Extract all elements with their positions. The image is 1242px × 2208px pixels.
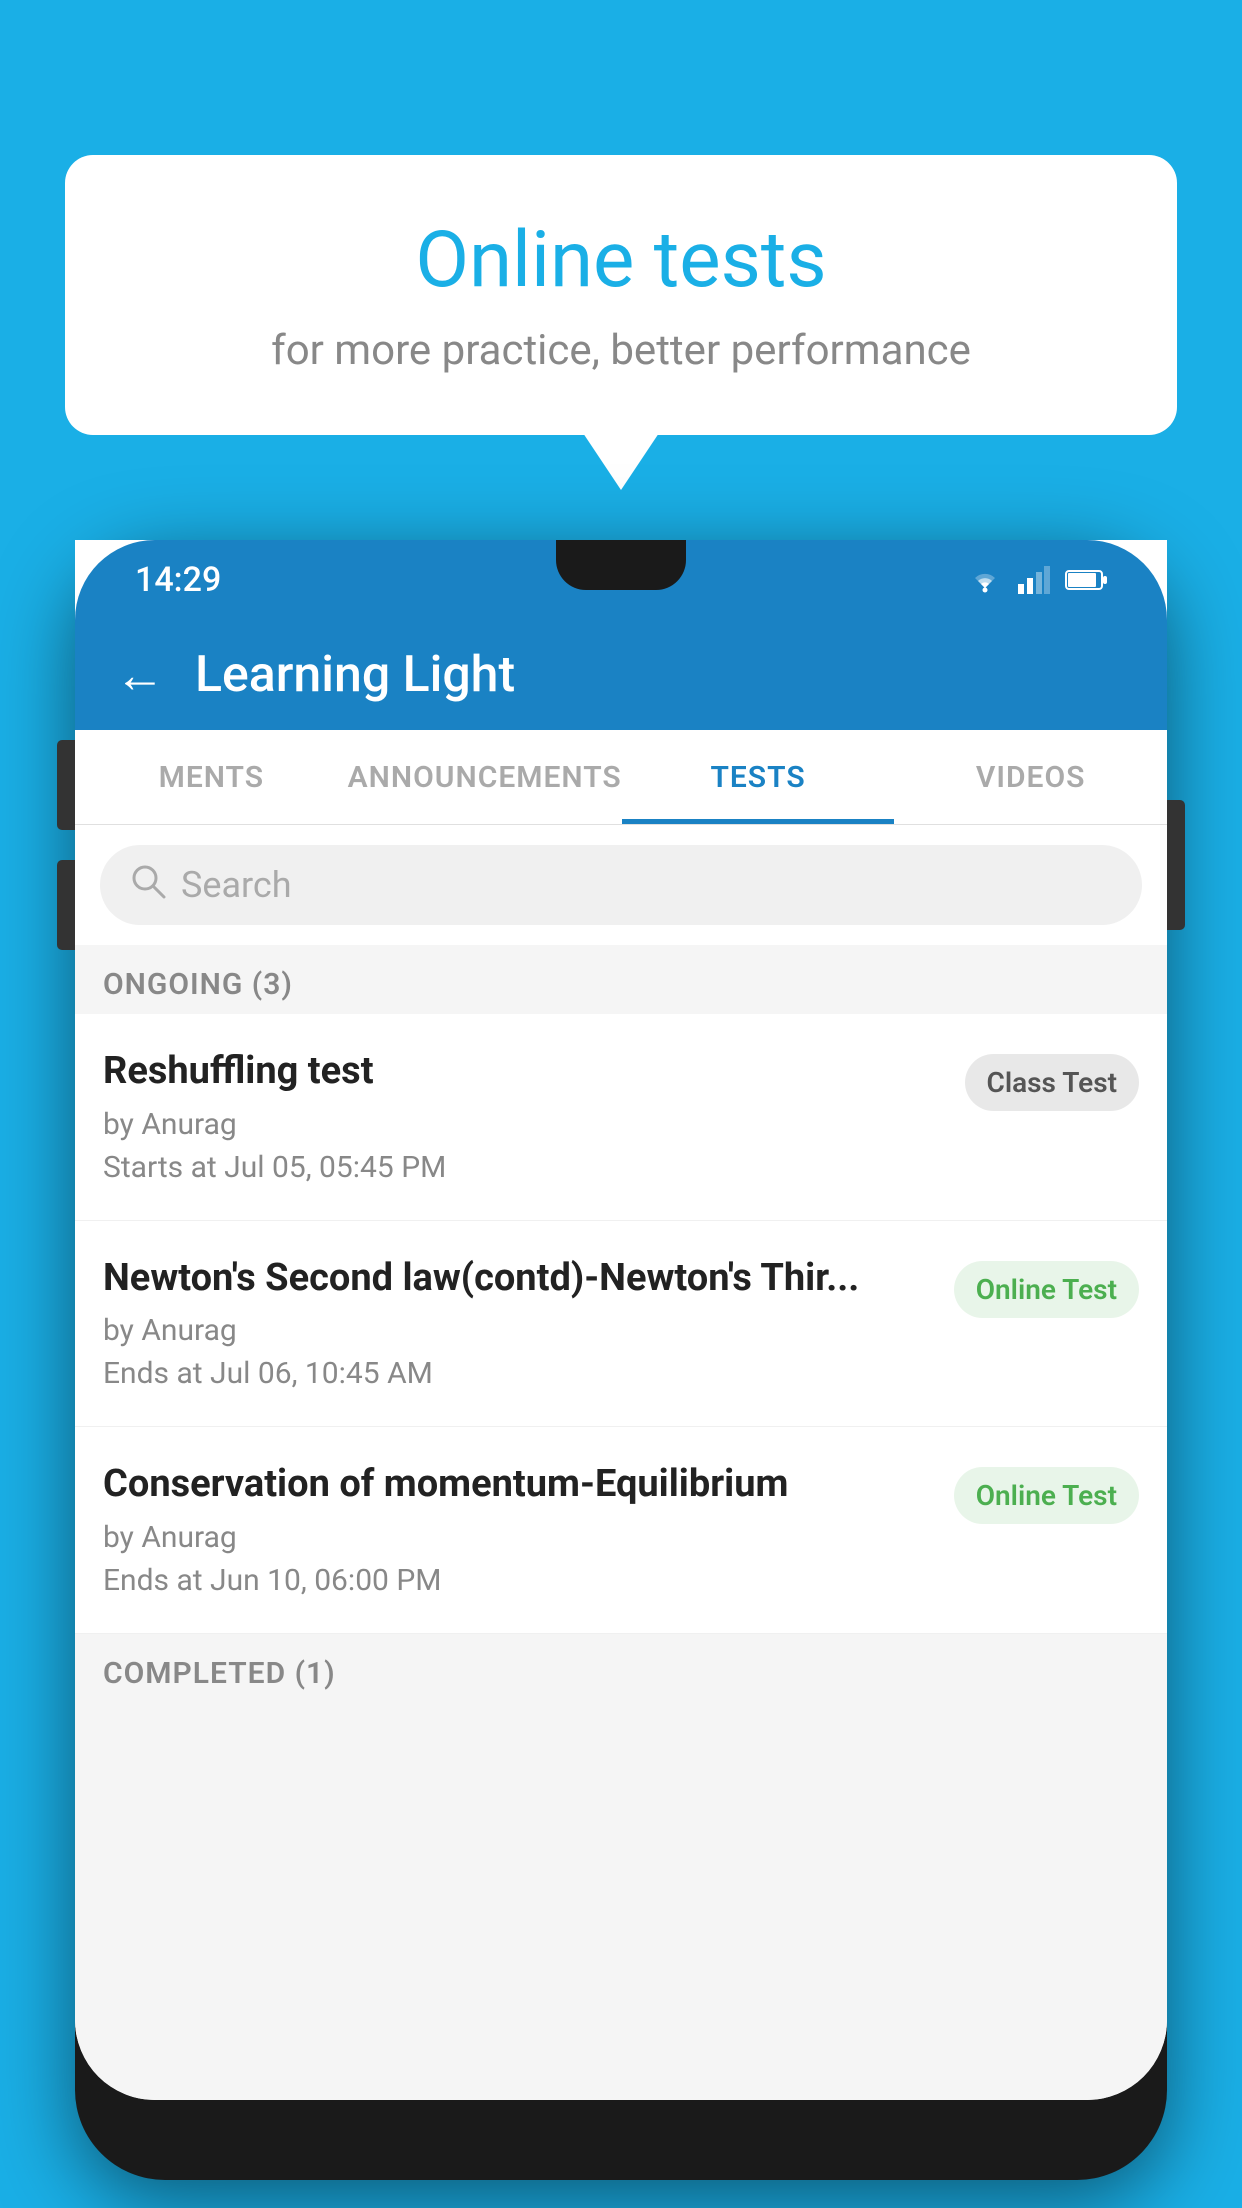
completed-section-title: COMPLETED (1) — [103, 1656, 336, 1691]
test-time-2: Ends at Jul 06, 10:45 AM — [103, 1356, 934, 1391]
battery-icon — [1065, 568, 1107, 592]
status-time: 14:29 — [135, 560, 221, 600]
test-name-2: Newton's Second law(contd)-Newton's Thir… — [103, 1256, 934, 1302]
status-bar: 14:29 — [75, 540, 1167, 620]
test-badge-1: Class Test — [965, 1054, 1139, 1111]
bubble-subtitle: for more practice, better performance — [145, 326, 1097, 375]
test-by-1: by Anurag — [103, 1107, 945, 1142]
back-button[interactable]: ← — [115, 646, 165, 705]
test-by-2: by Anurag — [103, 1313, 934, 1348]
test-name-3: Conservation of momentum-Equilibrium — [103, 1462, 934, 1508]
test-badge-2: Online Test — [954, 1261, 1139, 1318]
phone-frame: 14:29 — [75, 540, 1167, 2180]
test-info-3: Conservation of momentum-Equilibrium by … — [103, 1462, 954, 1598]
completed-section-header: COMPLETED (1) — [75, 1634, 1167, 1703]
tab-announcements[interactable]: ANNOUNCEMENTS — [348, 730, 622, 824]
test-item-2[interactable]: Newton's Second law(contd)-Newton's Thir… — [75, 1221, 1167, 1428]
search-container: Search — [75, 825, 1167, 945]
volume-down-button[interactable] — [57, 860, 75, 950]
bubble-title: Online tests — [145, 215, 1097, 306]
status-icons — [967, 566, 1107, 594]
test-time-3: Ends at Jun 10, 06:00 PM — [103, 1563, 934, 1598]
search-placeholder: Search — [181, 864, 292, 906]
test-time-1: Starts at Jul 05, 05:45 PM — [103, 1150, 945, 1185]
test-badge-3: Online Test — [954, 1467, 1139, 1524]
ongoing-section-header: ONGOING (3) — [75, 945, 1167, 1014]
tab-tests[interactable]: TESTS — [622, 730, 895, 824]
test-info-1: Reshuffling test by Anurag Starts at Jul… — [103, 1049, 965, 1185]
speech-bubble-container: Online tests for more practice, better p… — [65, 155, 1177, 435]
phone-screen: 14:29 — [75, 540, 1167, 2100]
tab-ments[interactable]: MENTS — [75, 730, 348, 824]
test-info-2: Newton's Second law(contd)-Newton's Thir… — [103, 1256, 954, 1392]
search-bar[interactable]: Search — [100, 845, 1142, 925]
notch — [556, 540, 686, 590]
speech-bubble: Online tests for more practice, better p… — [65, 155, 1177, 435]
tab-videos[interactable]: VIDEOS — [894, 730, 1167, 824]
volume-up-button[interactable] — [57, 740, 75, 830]
screen-content: Search ONGOING (3) Reshuffling test by A… — [75, 825, 1167, 2100]
ongoing-section-title: ONGOING (3) — [103, 967, 293, 1002]
wifi-icon — [967, 566, 1003, 594]
signal-icon — [1018, 566, 1050, 594]
power-button[interactable] — [1167, 800, 1185, 930]
test-item-1[interactable]: Reshuffling test by Anurag Starts at Jul… — [75, 1014, 1167, 1221]
app-bar: ← Learning Light — [75, 620, 1167, 730]
test-item-3[interactable]: Conservation of momentum-Equilibrium by … — [75, 1427, 1167, 1634]
tabs-bar: MENTS ANNOUNCEMENTS TESTS VIDEOS — [75, 730, 1167, 825]
test-name-1: Reshuffling test — [103, 1049, 945, 1095]
search-icon — [130, 863, 166, 908]
test-by-3: by Anurag — [103, 1520, 934, 1555]
test-list: Reshuffling test by Anurag Starts at Jul… — [75, 1014, 1167, 1634]
phone-container: 14:29 — [75, 540, 1167, 2208]
app-title: Learning Light — [195, 646, 515, 704]
